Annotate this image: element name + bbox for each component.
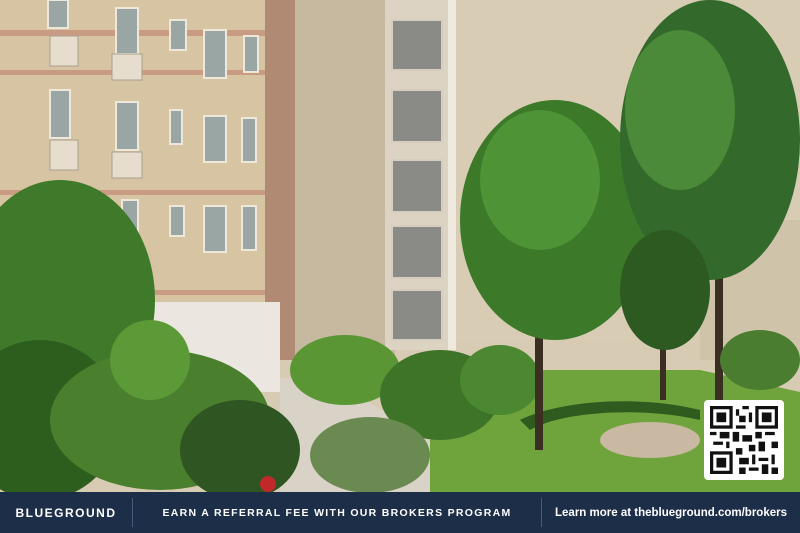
central-building	[265, 0, 456, 360]
brand-logo[interactable]: BLUEGROUND	[0, 492, 132, 533]
promo-text: EARN A REFERRAL FEE WITH OUR BROKERS PRO…	[162, 506, 512, 519]
learn-more-link[interactable]: Learn more at theblueground.com/brokers	[542, 492, 800, 533]
qr-code[interactable]	[704, 400, 784, 480]
qr-code-icon	[710, 406, 778, 474]
courtyard-photo	[0, 0, 800, 492]
promo-banner: BLUEGROUND EARN A REFERRAL FEE WITH OUR …	[0, 492, 800, 533]
red-umbrella	[260, 476, 276, 492]
flower-bed	[600, 422, 700, 458]
